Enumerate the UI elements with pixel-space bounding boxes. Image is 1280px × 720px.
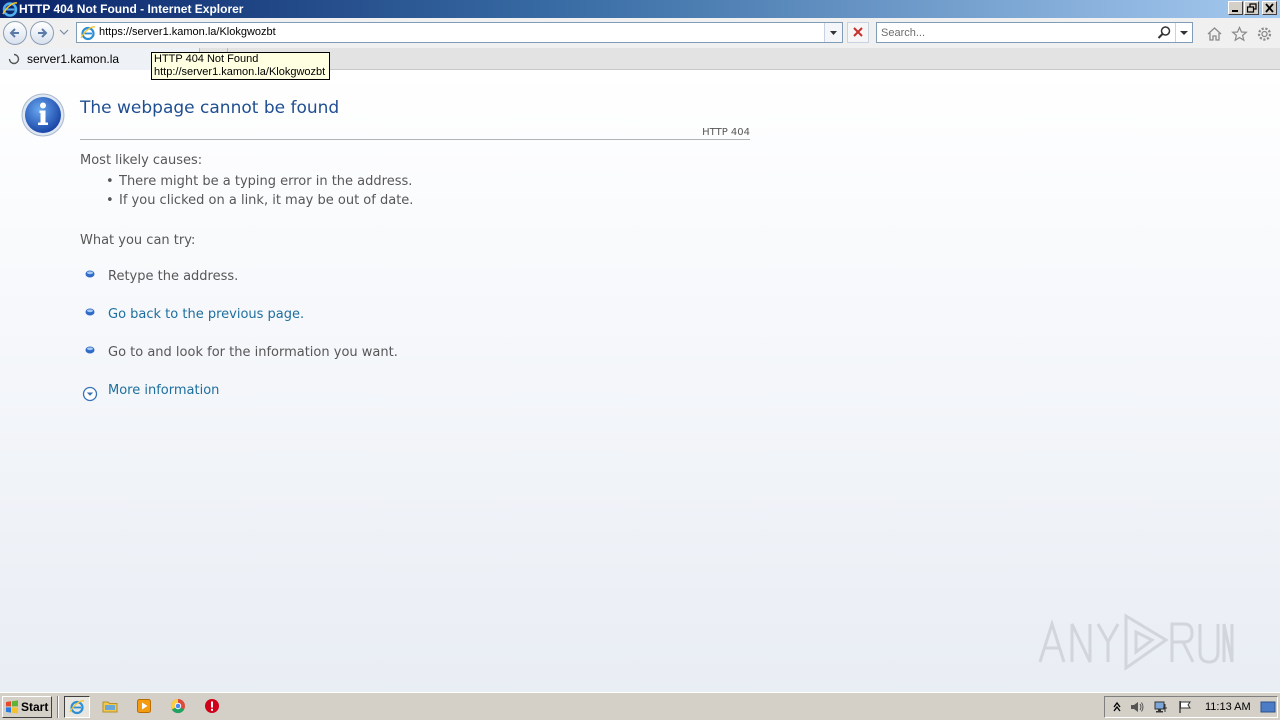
title-bar[interactable]: HTTP 404 Not Found - Internet Explorer: [0, 0, 1280, 18]
address-bar[interactable]: https://server1.kamon.la/Klokgwozbt: [76, 22, 843, 43]
close-icon: [853, 27, 863, 37]
tab-tooltip: HTTP 404 Not Found http://server1.kamon.…: [151, 52, 330, 80]
start-label: Start: [21, 700, 49, 714]
bullet-icon: [85, 346, 95, 354]
search-dropdown-button[interactable]: [1175, 23, 1192, 42]
page-content: The webpage cannot be found HTTP 404 Mos…: [0, 70, 1280, 692]
start-button[interactable]: Start: [2, 696, 52, 718]
page-title: The webpage cannot be found: [80, 98, 340, 118]
causes-title: Most likely causes:: [80, 153, 203, 168]
info-icon: [21, 93, 65, 137]
taskbar-file-explorer[interactable]: [98, 696, 124, 718]
action-center-flag-icon[interactable]: [1177, 700, 1193, 714]
bullet-icon: [85, 308, 95, 316]
http-status-code: HTTP 404: [702, 127, 750, 138]
folder-icon: [102, 701, 118, 713]
cause-item: • If you clicked on a link, it may be out…: [106, 193, 414, 208]
taskbar-stop-app[interactable]: [200, 696, 226, 718]
back-button[interactable]: [3, 21, 27, 45]
close-window-button[interactable]: [1262, 1, 1277, 15]
address-dropdown-button[interactable]: [824, 23, 842, 42]
minimize-button[interactable]: [1228, 1, 1243, 15]
chevron-down-icon: [830, 31, 837, 35]
taskbar-separator: [57, 696, 59, 718]
taskbar-media-player[interactable]: [132, 696, 158, 718]
try-retype: Retype the address.: [108, 269, 239, 284]
cause-text: There might be a typing error in the add…: [119, 174, 413, 189]
magnifier-icon[interactable]: [1157, 25, 1172, 40]
volume-icon[interactable]: [1129, 700, 1145, 714]
clock[interactable]: 11:13 AM: [1205, 697, 1251, 717]
chevron-down-icon: [1180, 31, 1188, 35]
address-url[interactable]: https://server1.kamon.la/Klokgwozbt: [99, 23, 276, 42]
cause-text: If you clicked on a link, it may be out …: [119, 193, 414, 208]
page-icon: [80, 26, 96, 41]
tab-label: server1.kamon.la: [27, 52, 120, 66]
restore-button[interactable]: [1244, 1, 1259, 15]
navigation-bar: https://server1.kamon.la/Klokgwozbt: [0, 18, 1280, 48]
go-back-link[interactable]: Go back to the previous page.: [108, 307, 304, 322]
loading-spinner-icon: [8, 53, 20, 65]
gear-icon[interactable]: [1256, 26, 1273, 42]
taskbar: Start 11:13 AM: [0, 692, 1280, 720]
chrome-icon: [170, 698, 185, 714]
taskbar-internet-explorer[interactable]: [64, 696, 90, 718]
forward-arrow-icon: [38, 28, 48, 38]
try-go-to: Go to and look for the information you w…: [108, 345, 398, 360]
window-title: HTTP 404 Not Found - Internet Explorer: [19, 2, 244, 16]
network-icon[interactable]: [1153, 700, 1169, 714]
forward-button[interactable]: [30, 21, 54, 45]
more-information-link[interactable]: More information: [108, 383, 219, 398]
search-input[interactable]: [881, 25, 1151, 40]
bullet-icon: [85, 270, 95, 278]
recent-pages-dropdown-icon[interactable]: [59, 28, 69, 36]
media-player-icon: [137, 699, 151, 713]
show-hidden-icons-icon[interactable]: [1111, 700, 1123, 714]
search-box[interactable]: [876, 22, 1193, 43]
cause-item: • There might be a typing error in the ad…: [106, 174, 413, 189]
star-icon[interactable]: [1231, 26, 1248, 42]
try-title: What you can try:: [80, 233, 196, 248]
stop-button[interactable]: [847, 22, 869, 43]
windows-logo-icon: [6, 700, 18, 714]
alert-icon: [205, 699, 219, 713]
system-tray: 11:13 AM: [1104, 696, 1278, 718]
internet-explorer-icon: [69, 700, 85, 715]
taskbar-chrome[interactable]: [166, 696, 192, 718]
expand-circle-icon[interactable]: [82, 386, 98, 402]
anyrun-watermark-logo: [1038, 613, 1234, 671]
back-arrow-icon: [9, 28, 19, 38]
divider: [80, 139, 750, 140]
tooltip-title: HTTP 404 Not Found: [154, 53, 259, 65]
show-desktop-icon[interactable]: [1260, 699, 1276, 715]
tooltip-url: http://server1.kamon.la/Klokgwozbt: [154, 66, 326, 78]
internet-explorer-icon: [2, 1, 18, 17]
home-icon[interactable]: [1206, 26, 1223, 42]
